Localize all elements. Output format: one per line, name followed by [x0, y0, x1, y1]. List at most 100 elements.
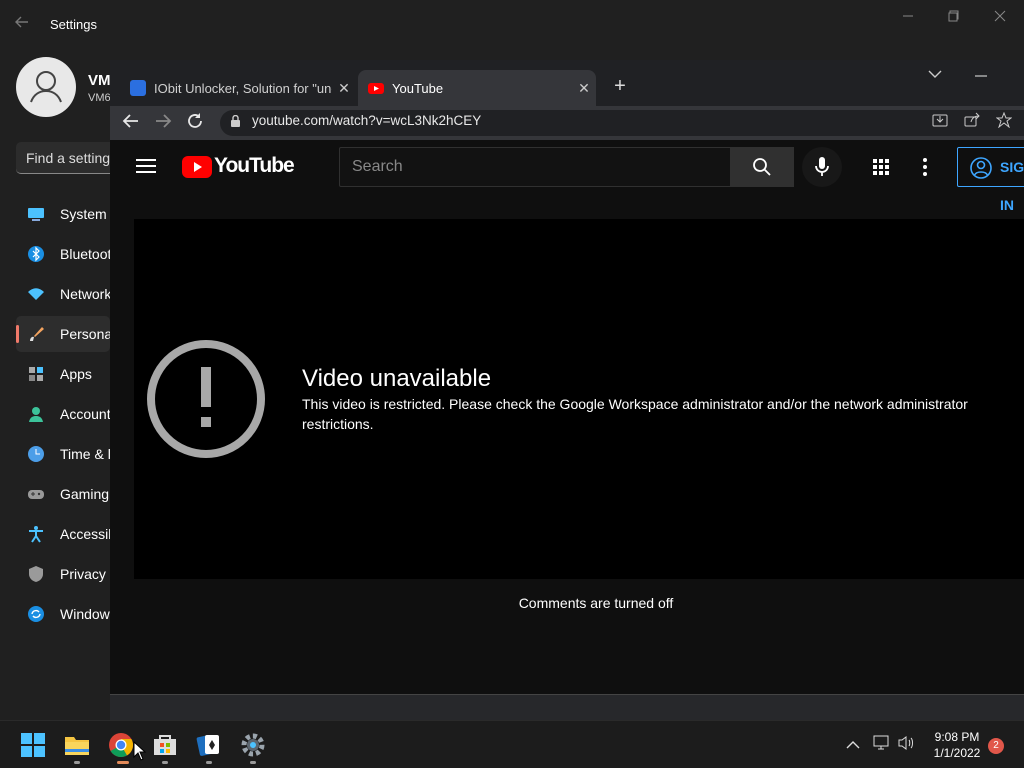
mouse-cursor-icon — [133, 740, 147, 761]
taskbar: 9:08 PM 1/1/2022 2 — [0, 720, 1024, 768]
browser-minimize-icon[interactable] — [974, 66, 994, 82]
url-text[interactable]: youtube.com/watch?v=wcL3Nk2hCEY — [252, 113, 481, 128]
clock-globe-icon — [28, 446, 44, 462]
video-unavailable-title: Video unavailable — [302, 365, 492, 392]
apps-icon — [29, 367, 43, 381]
nav-item-time[interactable]: Time & language — [16, 436, 110, 472]
nav-item-system[interactable]: System — [16, 196, 110, 232]
search-icon — [753, 158, 771, 176]
nav-item-privacy[interactable]: Privacy & security — [16, 556, 110, 592]
iobit-favicon-icon — [130, 80, 146, 96]
search-button[interactable] — [730, 147, 794, 187]
running-indicator — [74, 761, 80, 764]
lock-icon[interactable] — [230, 114, 242, 129]
monitor-icon — [28, 208, 44, 221]
settings-title: Settings — [50, 17, 97, 32]
user-email: VM6 — [88, 92, 111, 104]
tab-title: YouTube — [392, 80, 444, 96]
nav-label: Personalization — [60, 326, 110, 342]
download-bar — [110, 694, 1024, 720]
share-icon[interactable] — [964, 112, 982, 130]
youtube-logo-icon[interactable] — [182, 156, 212, 178]
nav-label: Windows Update — [60, 606, 110, 622]
reload-icon[interactable] — [186, 112, 206, 132]
video-player[interactable]: Video unavailable This video is restrict… — [134, 219, 1024, 579]
tab-search-chevron-icon[interactable] — [928, 66, 948, 82]
volume-icon[interactable] — [897, 735, 917, 753]
chrome-icon[interactable] — [107, 731, 135, 759]
minimize-icon[interactable] — [888, 6, 928, 28]
nav-item-windows-update[interactable]: Windows Update — [16, 596, 110, 632]
nav-label: Bluetooth & devices — [60, 246, 110, 262]
taskbar-clock[interactable]: 9:08 PM 1/1/2022 — [922, 729, 992, 761]
maximize-icon[interactable] — [934, 6, 974, 28]
nav-label: System — [60, 206, 107, 222]
tab-close-icon[interactable]: ✕ — [332, 80, 356, 97]
tab-iobit[interactable]: IObit Unlocker, Solution for "undeletabl… — [120, 70, 356, 106]
account-icon — [970, 157, 992, 179]
nav-label: Accessibility — [60, 526, 110, 542]
sign-in-button[interactable]: SIGN IN — [957, 147, 1024, 213]
youtube-logo-text[interactable]: YouTube — [214, 154, 295, 178]
nav-item-bluetooth[interactable]: Bluetooth & devices — [16, 236, 110, 272]
clock-time: 9:08 PM — [934, 730, 980, 744]
settings-gear-icon[interactable] — [239, 731, 267, 759]
clock-date: 1/1/2022 — [933, 746, 981, 760]
nav-label: Apps — [60, 366, 92, 382]
nav-label: Network & internet — [60, 286, 110, 302]
find-setting-input[interactable]: Find a setting — [16, 142, 116, 174]
nav-label: Gaming — [60, 486, 110, 502]
user-name: VM — [88, 72, 111, 89]
youtube-search-input[interactable]: Search — [339, 147, 731, 187]
accessibility-icon — [29, 526, 43, 543]
network-monitor-icon[interactable] — [873, 735, 893, 753]
running-indicator — [206, 761, 212, 764]
install-app-icon[interactable] — [932, 112, 950, 130]
nav-item-accounts[interactable]: Accounts — [16, 396, 110, 432]
back-icon[interactable] — [122, 112, 142, 132]
new-tab-plus-icon[interactable]: + — [608, 74, 632, 98]
running-indicator — [250, 761, 256, 764]
nav-item-apps[interactable]: Apps — [16, 356, 110, 392]
notification-badge[interactable]: 2 — [988, 738, 1004, 754]
show-hidden-icons-chevron-icon[interactable] — [846, 737, 862, 753]
brush-icon — [30, 327, 44, 341]
tab-title: IObit Unlocker, Solution for "undeletabl… — [154, 80, 332, 96]
voice-search-button[interactable] — [802, 147, 842, 187]
nav-label: Time & language — [60, 446, 110, 462]
active-indicator — [117, 761, 129, 764]
nav-label: Accounts — [60, 406, 110, 422]
nav-item-gaming[interactable]: Gaming — [16, 476, 110, 512]
microphone-icon — [815, 157, 829, 176]
youtube-favicon-icon — [368, 80, 384, 96]
wifi-icon — [28, 288, 44, 300]
nav-item-accessibility[interactable]: Accessibility — [16, 516, 110, 552]
exclamation-icon — [146, 339, 266, 459]
microsoft-store-icon[interactable] — [151, 731, 179, 759]
start-windows-icon[interactable] — [19, 731, 47, 759]
selection-indicator — [16, 325, 19, 343]
tab-close-icon[interactable]: ✕ — [572, 80, 596, 97]
hamburger-menu-icon[interactable] — [136, 158, 158, 176]
file-explorer-icon[interactable] — [63, 731, 91, 759]
nav-item-network[interactable]: Network & internet — [16, 276, 110, 312]
apps-grid-icon[interactable] — [872, 158, 892, 178]
tab-youtube[interactable]: YouTube ✕ — [358, 70, 596, 106]
bluetooth-icon — [28, 246, 44, 262]
nav-item-personalization[interactable]: Personalization — [16, 316, 110, 352]
more-options-icon[interactable] — [922, 158, 936, 178]
update-icon — [28, 606, 44, 622]
nav-label: Privacy & security — [60, 566, 110, 582]
shield-icon — [29, 566, 43, 582]
video-unavailable-message: This video is restricted. Please check t… — [302, 396, 968, 432]
youtube-page: YouTube Search SIGN IN Video unavailable… — [110, 140, 1024, 720]
solitaire-icon[interactable] — [195, 731, 223, 759]
person-icon — [29, 407, 43, 422]
forward-icon[interactable] — [154, 112, 174, 132]
back-arrow-icon[interactable] — [14, 14, 34, 34]
close-icon[interactable] — [980, 6, 1020, 28]
gamepad-icon — [28, 490, 44, 499]
running-indicator — [162, 761, 168, 764]
avatar[interactable] — [16, 57, 76, 117]
bookmark-star-icon[interactable] — [995, 111, 1014, 130]
